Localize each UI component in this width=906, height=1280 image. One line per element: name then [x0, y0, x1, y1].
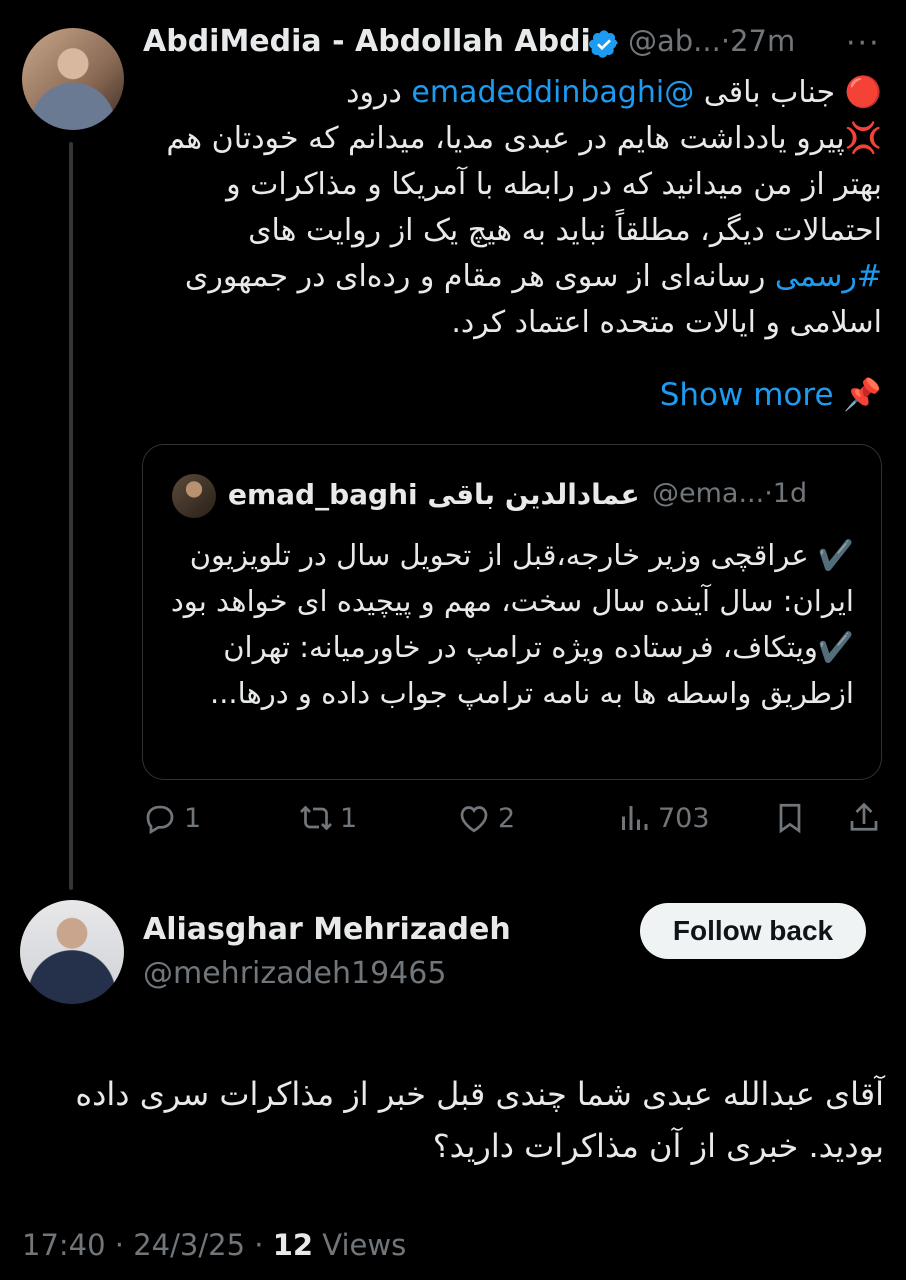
author-name[interactable]: AbdiMedia - Abdollah Abdi: [143, 24, 591, 59]
like-button[interactable]: 2: [456, 800, 515, 836]
quoted-author-handle-time: @ema...·1d: [652, 478, 807, 509]
hashtag-link[interactable]: #رسمی: [775, 259, 882, 294]
quoted-author-avatar: [172, 474, 216, 518]
tweet-body: 🔴 جناب باقی @emadeddinbaghi درود 💢پیرو ی…: [140, 70, 882, 346]
verified-badge-icon: [589, 30, 618, 58]
quoted-tweet-text: ✔️ عراقچی وزیر خارجه،قبل از تحویل سال در…: [170, 532, 854, 716]
reply-author-name[interactable]: Aliasghar Mehrizadeh: [143, 912, 511, 947]
repost-button[interactable]: 1: [298, 800, 357, 836]
bookmark-button[interactable]: [772, 800, 808, 836]
anger-emoji: 💢: [844, 121, 882, 156]
repost-icon: [300, 805, 332, 831]
bookmark-icon: [779, 803, 801, 834]
reply-views-count: 12: [272, 1228, 314, 1262]
quoted-text-line: ✔️ عراقچی وزیر خارجه،قبل از تحویل سال در…: [170, 538, 854, 618]
reply-count: 1: [184, 802, 202, 834]
reply-author-avatar[interactable]: [20, 900, 124, 1004]
reply-author-handle[interactable]: @mehrizadeh19465: [143, 956, 446, 991]
quoted-text-line: ✔️ویتکاف، فرستاده ویژه ترامپ در خاورمیان…: [210, 630, 854, 710]
quoted-time: ·1d: [764, 478, 808, 509]
share-button[interactable]: [846, 800, 882, 836]
quoted-author-name: emad_baghi عمادالدین باقی: [228, 478, 640, 511]
show-more-link[interactable]: Show more: [660, 377, 834, 413]
tweet-action-bar: 1 1 2 703: [142, 800, 884, 844]
repost-count: 1: [340, 802, 358, 834]
reply-icon: [146, 805, 174, 835]
greeting-text-a: جناب باقی: [694, 75, 845, 110]
reply-timestamp[interactable]: 17:40 · 24/3/25 ·: [22, 1228, 273, 1262]
show-more-row: Show more 📌: [560, 376, 882, 413]
follow-back-button[interactable]: Follow back: [640, 903, 866, 959]
analytics-icon: [622, 806, 648, 830]
pin-emoji: 📌: [843, 377, 882, 413]
views-count: 703: [658, 802, 710, 834]
share-icon: [850, 802, 878, 831]
heart-icon: [460, 806, 488, 833]
mention-link[interactable]: @emadeddinbaghi: [411, 75, 694, 110]
reply-button[interactable]: 1: [142, 800, 201, 836]
reply-views-label: Views: [313, 1228, 407, 1262]
separator-dot: ·: [720, 24, 731, 58]
like-count: 2: [498, 802, 516, 834]
author-avatar[interactable]: [22, 28, 124, 130]
quoted-handle: @ema...: [652, 478, 765, 509]
thread-connector-line: [69, 142, 73, 890]
post-time[interactable]: 27m: [730, 24, 795, 58]
greeting-text-b: درود: [346, 75, 412, 110]
red-circle-emoji: 🔴: [844, 75, 882, 110]
author-handle[interactable]: @ab...: [628, 24, 721, 58]
more-dots-icon[interactable]: ···: [846, 26, 881, 61]
author-handle-time[interactable]: @ab...·27m: [628, 24, 795, 58]
views-button[interactable]: 703: [616, 800, 710, 836]
reply-body-text: آقای عبدالله عبدی شما چندی قبل خبر از مذ…: [75, 1075, 884, 1165]
reply-meta: 17:40 · 24/3/25 · 12 Views: [22, 1228, 406, 1262]
tweet-body-text: پیرو یادداشت هایم در عبدی مدیا، میدانم ک…: [166, 121, 882, 248]
